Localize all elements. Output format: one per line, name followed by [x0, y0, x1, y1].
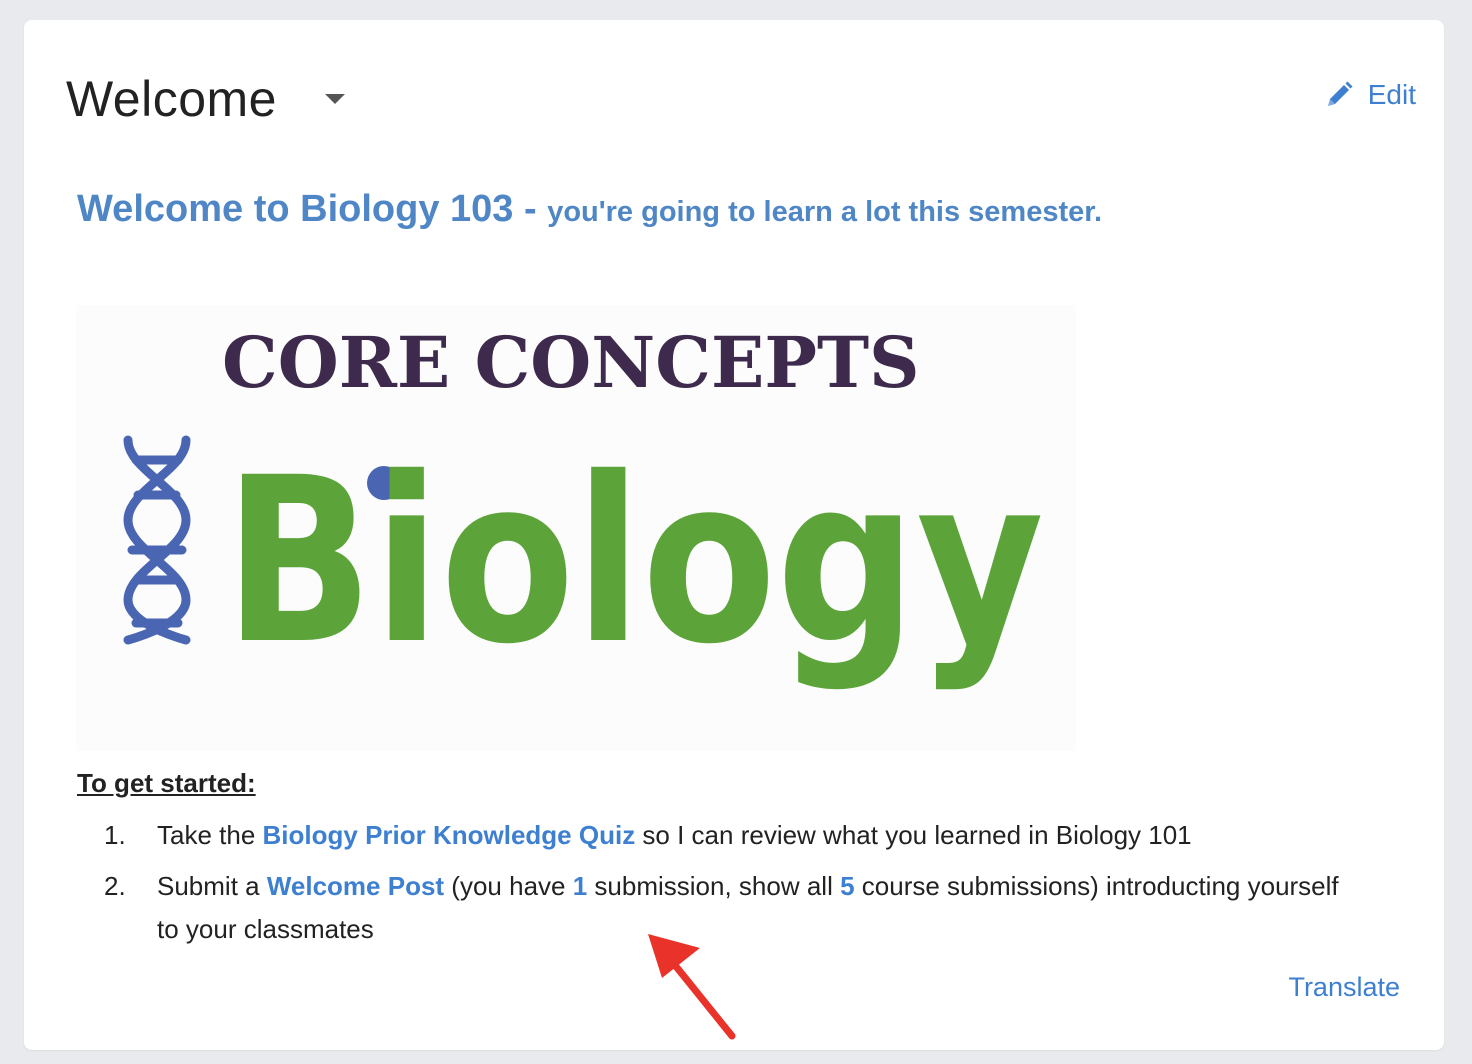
card-header: Welcome Edit — [66, 64, 1416, 134]
quiz-link[interactable]: Biology Prior Knowledge Quiz — [263, 820, 636, 850]
core-concepts-biology-logo: CORE CONCEPTS Biology — [76, 305, 1076, 751]
getting-started-heading: To get started: — [77, 768, 256, 798]
step-text: submission, show all — [587, 871, 841, 901]
chevron-down-icon[interactable] — [325, 94, 345, 104]
pencil-icon — [1327, 81, 1353, 106]
list-item-number: 2. — [104, 871, 126, 901]
welcome-card: Welcome Edit Welcome to Biology 103 - yo… — [24, 20, 1444, 1050]
step-text: so I can review what you learned in Biol… — [635, 820, 1192, 850]
logo-main-text: Biology — [224, 428, 1044, 694]
welcome-headline: Welcome to Biology 103 - you're going to… — [77, 188, 1102, 231]
biology-logo-image: CORE CONCEPTS Biology — [123, 321, 1044, 694]
edit-button[interactable]: Edit — [1324, 79, 1416, 111]
all-submissions-link[interactable]: 5 — [840, 871, 854, 901]
annotation-arrow-icon — [648, 934, 736, 1040]
step-text: (you have — [444, 871, 573, 901]
dna-icon — [123, 435, 191, 645]
logo-top-text: CORE CONCEPTS — [222, 321, 920, 404]
headline-sub: you're going to learn a lot this semeste… — [547, 196, 1102, 228]
headline-main: Welcome to Biology 103 - — [77, 188, 548, 230]
list-item: 1. Take the Biology Prior Knowledge Quiz… — [104, 814, 1364, 857]
edit-label: Edit — [1367, 79, 1416, 110]
step-text: Submit a — [157, 871, 267, 901]
page-title: Welcome — [66, 71, 277, 127]
my-submissions-link[interactable]: 1 — [573, 871, 587, 901]
step-text: Take the — [157, 820, 263, 850]
translate-link[interactable]: Translate — [1288, 972, 1400, 1003]
list-item-number: 1. — [104, 820, 126, 850]
welcome-post-link[interactable]: Welcome Post — [267, 871, 444, 901]
